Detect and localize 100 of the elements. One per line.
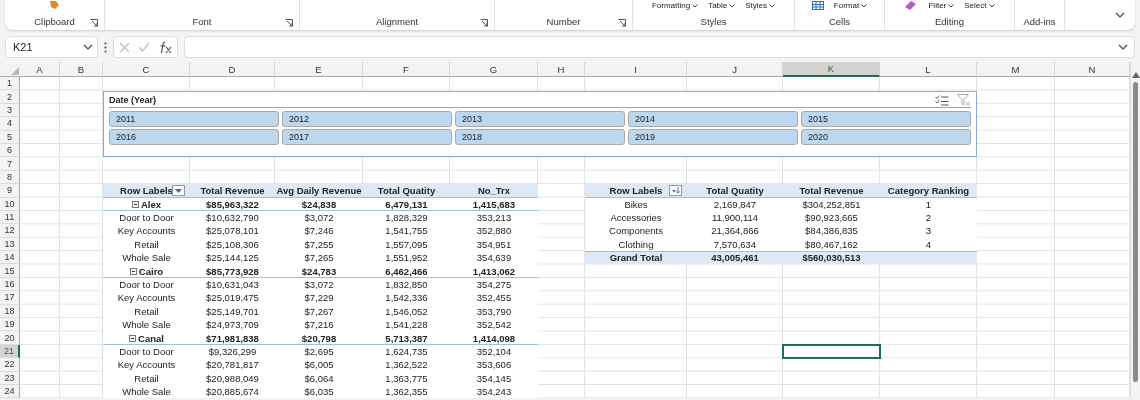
row-header[interactable]: 22 xyxy=(0,358,20,372)
caret-icon[interactable] xyxy=(948,3,955,8)
row-header[interactable]: 15 xyxy=(0,264,20,278)
column-header[interactable]: M xyxy=(977,62,1055,77)
table-cell: $304,252,851 xyxy=(802,197,861,211)
row-header[interactable]: 2 xyxy=(0,90,20,104)
ribbon-button[interactable]: Styles xyxy=(745,0,768,11)
function-icon[interactable] xyxy=(158,40,172,54)
vertical-scrollbar[interactable] xyxy=(1130,62,1140,399)
multi-select-icon[interactable] xyxy=(935,94,949,106)
caret-icon[interactable] xyxy=(692,3,699,8)
table-cell: 4 xyxy=(925,237,932,252)
column-header[interactable]: G xyxy=(450,62,538,77)
column-heading: No_Trx xyxy=(477,184,511,198)
row-header[interactable]: 7 xyxy=(0,157,20,171)
row-header[interactable]: 12 xyxy=(0,224,20,238)
caret-icon[interactable] xyxy=(769,3,776,8)
column-heading: Avg Daily Revenue xyxy=(276,184,362,198)
collapse-icon[interactable] xyxy=(129,267,137,275)
row-header[interactable]: 20 xyxy=(0,331,20,345)
dialog-launcher-icon[interactable] xyxy=(90,19,98,27)
slicer-item[interactable]: 2019 xyxy=(628,129,798,146)
table-cell: $7,265 xyxy=(304,251,334,265)
row-header[interactable]: 9 xyxy=(0,184,20,198)
filter-dropdown[interactable] xyxy=(172,185,185,197)
paintbrush-icon[interactable] xyxy=(47,1,62,10)
column-header[interactable]: H xyxy=(538,62,585,77)
row-header[interactable]: 4 xyxy=(0,117,20,131)
table-cell: $25,108,306 xyxy=(206,237,259,252)
name-box[interactable]: K21 xyxy=(5,36,98,58)
ribbon-button[interactable]: Table xyxy=(708,0,728,11)
caret-icon[interactable] xyxy=(175,188,182,193)
scroll-up-icon[interactable] xyxy=(1131,72,1140,78)
column-header[interactable]: C xyxy=(103,62,190,77)
table-cell: $7,246 xyxy=(304,224,334,238)
table-cell-text: $3,072 xyxy=(304,211,334,225)
column-heading: Total Revenue xyxy=(200,184,265,198)
slicer-item[interactable]: 2017 xyxy=(282,129,452,146)
table-cell: $20,781,817 xyxy=(206,358,259,372)
slicer-item[interactable]: 2020 xyxy=(801,129,971,146)
collapse-icon[interactable] xyxy=(131,200,139,208)
dialog-launcher-icon[interactable] xyxy=(285,19,293,27)
column-header[interactable]: L xyxy=(880,62,977,77)
active-cell[interactable] xyxy=(782,343,881,360)
row-header[interactable]: 17 xyxy=(0,291,20,305)
table-cell-text: 1,832,850 xyxy=(385,278,428,292)
table-cell-text: $9,326,299 xyxy=(208,345,257,359)
row-label: Retail xyxy=(134,238,159,250)
row-header[interactable]: 14 xyxy=(0,251,20,265)
table-cell-text: $3,072 xyxy=(304,278,334,292)
ribbon-button[interactable]: Format xyxy=(833,0,860,11)
more-icon[interactable] xyxy=(104,41,107,53)
row-header[interactable]: 19 xyxy=(0,318,20,332)
column-header[interactable]: K xyxy=(783,62,880,77)
row-label: Key Accounts xyxy=(117,292,176,304)
ribbon-button[interactable]: Formatting xyxy=(651,0,691,11)
slicer-item[interactable]: 2012 xyxy=(282,111,452,128)
column-header[interactable]: D xyxy=(190,62,275,77)
row-label: Clothing xyxy=(618,237,654,252)
table-cell: 1,413,062 xyxy=(472,264,516,278)
table-cell: 353,606 xyxy=(476,358,512,372)
caret-icon[interactable] xyxy=(988,3,995,8)
formula-input[interactable] xyxy=(184,36,1135,58)
slicer-item[interactable]: 2013 xyxy=(455,111,625,128)
column-header[interactable]: I xyxy=(585,62,687,77)
table-cell: 352,455 xyxy=(476,291,512,305)
collapse-ribbon-icon[interactable] xyxy=(1115,12,1125,18)
table-cell: $7,255 xyxy=(304,237,334,252)
slicer-item[interactable]: 2016 xyxy=(109,129,279,146)
dialog-launcher-icon[interactable] xyxy=(618,19,626,27)
table-cell-text: 352,104 xyxy=(476,345,512,359)
slicer-item[interactable]: 2015 xyxy=(801,111,971,128)
table-cell: 21,364,866 xyxy=(711,224,759,238)
table-cell: $80,467,162 xyxy=(805,237,858,252)
column-header[interactable]: A xyxy=(20,62,60,77)
table-cell: 1,551,952 xyxy=(385,251,428,265)
column-header[interactable]: N xyxy=(1055,62,1130,77)
column-header[interactable]: F xyxy=(363,62,450,77)
column-header[interactable]: J xyxy=(687,62,783,77)
row-label: Retail xyxy=(134,305,159,317)
column-header[interactable]: B xyxy=(60,62,103,77)
caret-icon[interactable] xyxy=(83,44,93,50)
caret-icon[interactable] xyxy=(729,3,736,8)
ribbon-button[interactable]: Select xyxy=(964,0,987,11)
row-label: Whole Sale xyxy=(122,319,171,331)
check-icon[interactable] xyxy=(138,42,150,52)
collapse-icon[interactable] xyxy=(129,334,137,342)
slicer-item[interactable]: 2014 xyxy=(628,111,798,128)
eraser-icon[interactable] xyxy=(904,1,919,10)
row-header[interactable]: 1 xyxy=(0,77,20,91)
group-label: Editing xyxy=(934,16,965,27)
table-cell-text: 353,213 xyxy=(476,211,512,225)
caret-icon[interactable] xyxy=(861,3,868,8)
dialog-launcher-icon[interactable] xyxy=(480,19,488,27)
slicer-item[interactable]: 2018 xyxy=(455,129,625,146)
slicer-item[interactable]: 2011 xyxy=(109,111,279,128)
column-header[interactable]: E xyxy=(275,62,363,77)
table-cell: $7,229 xyxy=(304,291,334,305)
expand-icon[interactable] xyxy=(1118,44,1128,50)
ribbon-button[interactable]: Filter xyxy=(928,0,947,11)
